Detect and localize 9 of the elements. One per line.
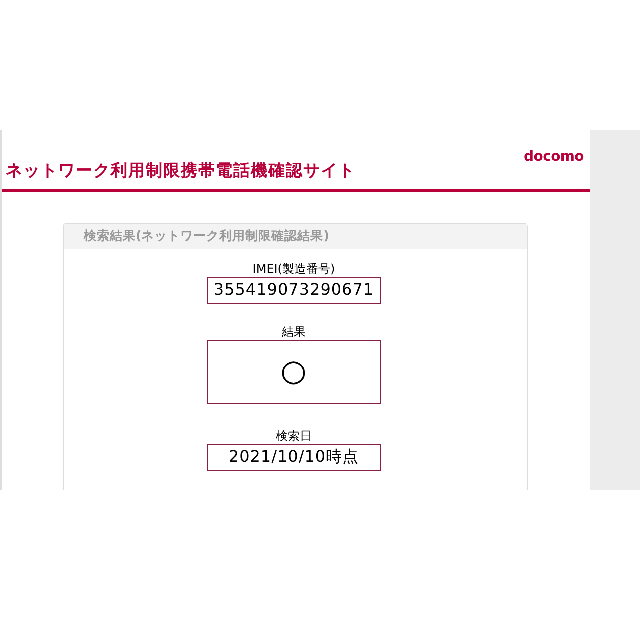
site-title: ネットワーク利用制限携帯電話機確認サイト bbox=[6, 160, 356, 182]
field-label: 結果 bbox=[282, 324, 306, 340]
value-box: 355419073290671 bbox=[207, 277, 381, 304]
logo[interactable]: docomo bbox=[524, 149, 584, 189]
field-label: IMEI(製造番号) bbox=[252, 261, 336, 277]
card-title: 検索結果(ネットワーク利用制限確認結果) bbox=[84, 228, 330, 243]
value-box: 2021/10/10時点 bbox=[207, 444, 381, 471]
field-label: 検索日 bbox=[276, 428, 312, 444]
result-box: ○ bbox=[207, 340, 381, 404]
